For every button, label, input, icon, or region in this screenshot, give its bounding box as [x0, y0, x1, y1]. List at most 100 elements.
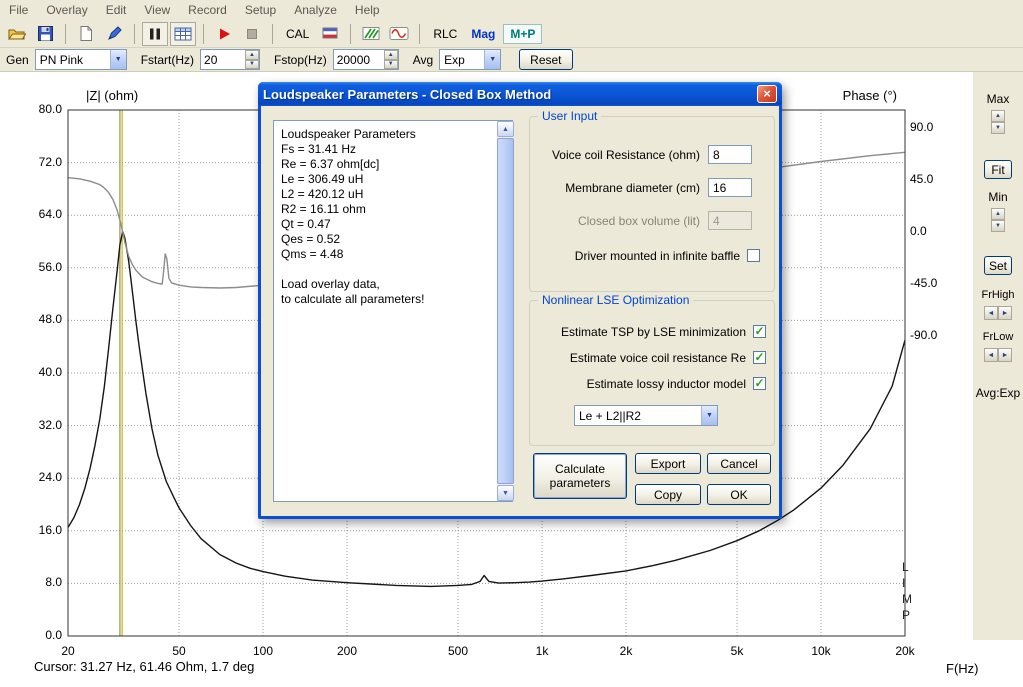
- frlow-spinner[interactable]: ◄ ►: [984, 348, 1012, 362]
- toolbar-separator: [272, 23, 273, 44]
- results-scrollbar[interactable]: ▲ ▼: [497, 121, 514, 501]
- toolbar-separator: [134, 23, 135, 44]
- box-volume-label: Closed box volume (lit): [577, 214, 700, 228]
- fit-button[interactable]: Fit: [984, 160, 1012, 179]
- spin-down-icon[interactable]: ▼: [383, 59, 398, 69]
- save-button[interactable]: [32, 22, 58, 46]
- fstart-spinner[interactable]: ▲ ▼: [245, 50, 260, 69]
- export-button[interactable]: Export: [635, 453, 701, 474]
- voice-coil-row: Voice coil Resistance (ohm): [530, 145, 774, 165]
- stop-icon: [247, 28, 257, 39]
- spin-up-icon[interactable]: ▲: [991, 110, 1005, 122]
- min-label: Min: [988, 190, 1008, 204]
- toolbar-separator: [203, 23, 204, 44]
- menu-record[interactable]: Record: [179, 0, 236, 20]
- cal-button[interactable]: CAL: [280, 23, 315, 45]
- pause-button[interactable]: [142, 21, 168, 46]
- user-input-group: User Input Voice coil Resistance (ohm) M…: [529, 109, 775, 292]
- table-icon: [174, 27, 192, 40]
- signal-button[interactable]: [386, 22, 412, 46]
- spin-right-icon[interactable]: ►: [998, 348, 1012, 362]
- scroll-thumb[interactable]: [497, 138, 514, 484]
- box-volume-row: Closed box volume (lit): [530, 211, 774, 231]
- rlc-button[interactable]: RLC: [427, 23, 463, 45]
- spin-down-icon[interactable]: ▼: [245, 59, 260, 69]
- check-icon: ✓: [754, 350, 765, 364]
- fstart-input[interactable]: [201, 50, 246, 69]
- stop-button[interactable]: [239, 22, 265, 46]
- menu-overlay[interactable]: Overlay: [37, 0, 96, 20]
- spin-up-icon[interactable]: ▲: [991, 208, 1005, 220]
- mag-button[interactable]: Mag: [465, 23, 501, 45]
- set-button[interactable]: Set: [984, 256, 1012, 275]
- cancel-button[interactable]: Cancel: [707, 453, 771, 474]
- ok-button[interactable]: OK: [707, 484, 771, 505]
- fstop-input[interactable]: [333, 50, 384, 69]
- estimate-re-checkbox[interactable]: ✓: [753, 351, 766, 364]
- menu-view[interactable]: View: [135, 0, 179, 20]
- max-spinner[interactable]: ▲ ▼: [991, 110, 1005, 134]
- play-button[interactable]: [211, 22, 237, 46]
- scroll-down-button[interactable]: ▼: [497, 485, 514, 501]
- loudspeaker-parameters-dialog: Loudspeaker Parameters - Closed Box Meth…: [258, 82, 782, 519]
- dropdown-arrow-icon[interactable]: ▼: [484, 50, 501, 69]
- copy-button[interactable]: Copy: [635, 484, 701, 505]
- baffle-checkbox[interactable]: [747, 249, 760, 262]
- fstop-spinner[interactable]: ▲ ▼: [383, 50, 398, 69]
- spin-right-icon[interactable]: ►: [998, 306, 1012, 320]
- voice-coil-input[interactable]: [708, 145, 752, 164]
- menu-help[interactable]: Help: [346, 0, 389, 20]
- dialog-body: Loudspeaker Parameters Fs = 31.41 Hz Re …: [261, 106, 779, 516]
- max-label: Max: [986, 92, 1010, 106]
- min-spinner[interactable]: ▲ ▼: [991, 208, 1005, 232]
- scroll-up-button[interactable]: ▲: [497, 121, 514, 137]
- spin-left-icon[interactable]: ◄: [984, 348, 998, 362]
- baffle-label: Driver mounted in infinite baffle: [574, 249, 740, 263]
- estimate-tsp-label: Estimate TSP by LSE minimization: [561, 325, 746, 339]
- spin-up-icon[interactable]: ▲: [245, 50, 260, 60]
- dropdown-arrow-icon[interactable]: ▼: [701, 406, 717, 425]
- sine-wave-icon: [389, 27, 409, 40]
- baffle-row: Driver mounted in infinite baffle: [530, 249, 774, 265]
- menu-setup[interactable]: Setup: [236, 0, 285, 20]
- spin-up-icon[interactable]: ▲: [383, 50, 398, 60]
- menu-analyze[interactable]: Analyze: [285, 0, 346, 20]
- estimate-tsp-checkbox[interactable]: ✓: [753, 325, 766, 338]
- dropdown-arrow-icon[interactable]: ▼: [109, 50, 126, 69]
- hatch-button[interactable]: [358, 22, 384, 46]
- spin-down-icon[interactable]: ▼: [991, 122, 1005, 134]
- reset-button[interactable]: Reset: [519, 49, 573, 70]
- menu-file[interactable]: File: [0, 0, 37, 20]
- pen-button[interactable]: [101, 22, 127, 46]
- open-file-button[interactable]: [4, 22, 30, 46]
- avg-combo[interactable]: Exp ▼: [439, 49, 502, 70]
- inductor-model-combo[interactable]: Le + L2||R2 ▼: [574, 405, 718, 426]
- frhigh-spinner[interactable]: ◄ ►: [984, 306, 1012, 320]
- frlow-label: FrLow: [982, 331, 1014, 343]
- table-button[interactable]: [170, 21, 196, 46]
- menu-bar: File Overlay Edit View Record Setup Analyze Hel…: [0, 0, 1023, 20]
- pen-icon: [107, 26, 122, 40]
- app-window: |Z| (ohm) Phase (°) Cursor: 31.27 Hz, 61…: [0, 0, 1023, 687]
- dialog-titlebar[interactable]: Loudspeaker Parameters - Closed Box Meth…: [258, 82, 782, 106]
- lossy-inductor-checkbox[interactable]: ✓: [753, 377, 766, 390]
- check-icon: ✓: [754, 376, 765, 390]
- toolbar: CAL RLC Mag M+P: [0, 20, 1023, 48]
- spin-down-icon[interactable]: ▼: [991, 220, 1005, 232]
- new-overlay-button[interactable]: [73, 22, 99, 46]
- play-icon: [220, 28, 230, 39]
- spin-left-icon[interactable]: ◄: [984, 306, 998, 320]
- menu-edit[interactable]: Edit: [97, 0, 136, 20]
- voice-coil-label: Voice coil Resistance (ohm): [551, 148, 700, 162]
- calculate-parameters-button[interactable]: Calculate parameters: [533, 453, 627, 499]
- generator-type-combo[interactable]: PN Pink ▼: [34, 49, 127, 70]
- generator-type-value: PN Pink: [39, 52, 84, 67]
- close-button[interactable]: ×: [757, 85, 777, 103]
- right-sidebar: Max ▲ ▼ Fit Min ▲ ▼ Set FrHigh ◄ ► FrLow ◄ ►…: [973, 72, 1023, 640]
- fstart-field: ▲▼: [200, 49, 261, 70]
- membrane-input[interactable]: [708, 178, 752, 197]
- close-icon: ×: [763, 86, 771, 101]
- mag-phase-button[interactable]: M+P: [503, 23, 543, 44]
- lse-group: Nonlinear LSE Optimization Estimate TSP …: [529, 293, 775, 446]
- flag-button[interactable]: [317, 22, 343, 46]
